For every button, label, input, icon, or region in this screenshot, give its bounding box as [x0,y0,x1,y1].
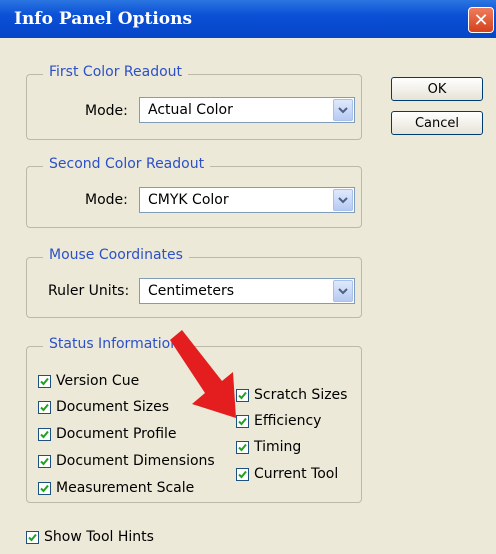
checkbox-label: Scratch Sizes [254,387,348,403]
checkbox-box[interactable] [38,481,51,495]
checkbox-efficiency[interactable]: Efficiency [236,413,321,429]
chevron-down-icon[interactable] [333,99,353,121]
ruler-units-value: Centimeters [148,283,235,299]
checkmark-icon [40,457,49,465]
checkmark-icon [40,484,49,492]
first-mode-value: Actual Color [148,102,233,118]
chevron-down-icon[interactable] [333,189,353,211]
cancel-button[interactable]: Cancel [391,111,483,135]
checkbox-box[interactable] [236,440,249,454]
checkmark-icon [40,430,49,438]
dialog-title: Info Panel Options [14,9,193,29]
chevron-down-icon[interactable] [333,280,353,302]
checkmark-icon [40,403,49,411]
ruler-units-label: Ruler Units: [48,283,130,299]
checkbox-box[interactable] [236,388,249,402]
close-button[interactable]: ✕ [468,7,494,33]
checkbox-label: Efficiency [254,413,322,429]
checkmark-icon [238,391,247,399]
ruler-units-select[interactable]: Centimeters [139,278,355,304]
checkbox-label: Timing [254,439,302,455]
checkbox-show-tool-hints[interactable]: Show Tool Hints [26,529,154,545]
second-mode-value: CMYK Color [148,192,229,208]
checkbox-label: Document Dimensions [56,453,215,469]
title-bar: Info Panel Options ✕ [0,0,496,38]
checkbox-label: Document Sizes [56,399,170,415]
checkbox-box[interactable] [38,400,51,414]
first-color-readout-legend: First Color Readout [43,64,189,80]
checkbox-box[interactable] [38,427,51,441]
info-panel-options-dialog: Info Panel Options ✕ OK Cancel First Col… [0,0,496,554]
checkbox-label: Version Cue [56,373,140,389]
checkbox-document-profile[interactable]: Document Profile [38,426,177,442]
checkbox-timing[interactable]: Timing [236,439,301,455]
second-color-readout-legend: Second Color Readout [43,156,211,172]
ok-button[interactable]: OK [391,77,483,101]
checkbox-current-tool[interactable]: Current Tool [236,466,338,482]
checkbox-box[interactable] [38,374,51,388]
checkbox-measurement-scale[interactable]: Measurement Scale [38,480,194,496]
checkbox-box[interactable] [236,414,249,428]
mouse-coordinates-legend: Mouse Coordinates [43,247,189,263]
checkmark-icon [40,377,49,385]
first-mode-label: Mode: [85,103,128,119]
checkbox-box[interactable] [236,467,249,481]
checkmark-icon [238,470,247,478]
checkbox-box[interactable] [26,530,39,544]
checkbox-version-cue[interactable]: Version Cue [38,373,139,389]
checkbox-document-dimensions[interactable]: Document Dimensions [38,453,215,469]
checkmark-icon [238,443,247,451]
checkbox-box[interactable] [38,454,51,468]
first-mode-select[interactable]: Actual Color [139,97,355,123]
second-mode-label: Mode: [85,192,128,208]
checkbox-label: Document Profile [56,426,177,442]
checkbox-label: Current Tool [254,466,339,482]
checkmark-icon [28,533,37,541]
checkbox-document-sizes[interactable]: Document Sizes [38,399,169,415]
checkbox-label: Show Tool Hints [44,529,154,545]
close-icon: ✕ [473,9,489,31]
status-information-legend: Status Information [43,336,186,352]
checkmark-icon [238,417,247,425]
checkbox-scratch-sizes[interactable]: Scratch Sizes [236,387,347,403]
second-mode-select[interactable]: CMYK Color [139,187,355,213]
checkbox-label: Measurement Scale [56,480,195,496]
